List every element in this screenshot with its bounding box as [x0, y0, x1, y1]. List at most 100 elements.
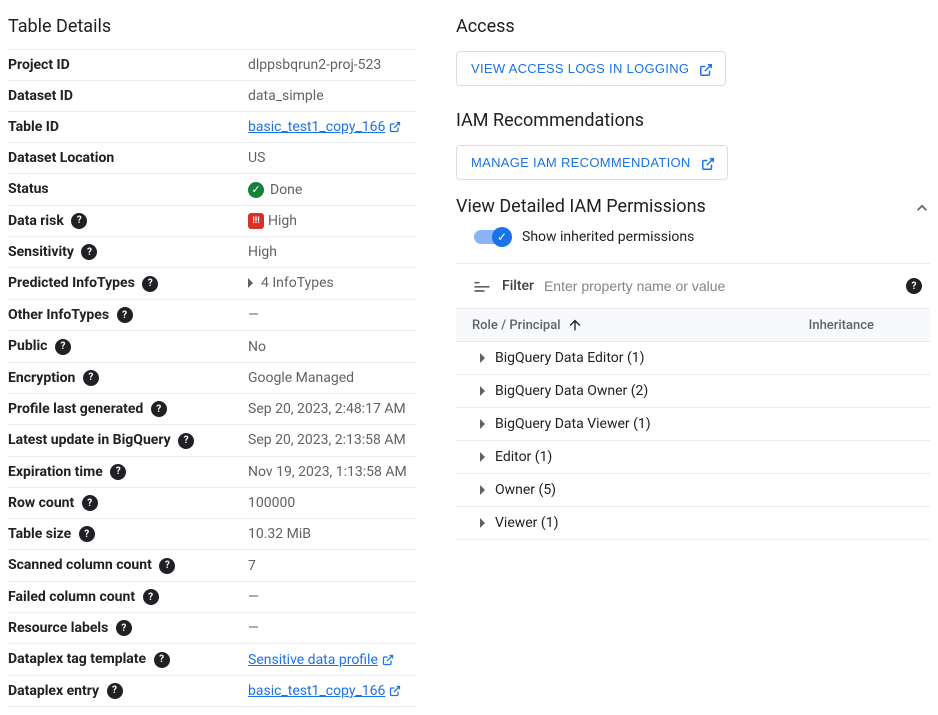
- row-value: US: [248, 143, 416, 174]
- role-name: BigQuery Data Viewer (1): [495, 416, 651, 432]
- collapse-icon[interactable]: [912, 198, 930, 216]
- view-access-logs-button[interactable]: View access logs in Logging: [456, 51, 726, 86]
- help-icon[interactable]: ?: [159, 558, 175, 574]
- row-value: No: [248, 331, 416, 362]
- row-label: Project ID: [8, 50, 248, 81]
- row-value: dlppsbqrun2-proj-523: [248, 50, 416, 81]
- dataplex-entry-link[interactable]: basic_test1_copy_166: [248, 683, 385, 699]
- iam-role-row[interactable]: Viewer (1): [456, 507, 930, 540]
- help-icon[interactable]: ?: [143, 589, 159, 605]
- expand-icon[interactable]: [248, 278, 253, 288]
- row-label: Sensitivity: [8, 244, 74, 260]
- table-id-link[interactable]: basic_test1_copy_166: [248, 119, 385, 135]
- row-label: Predicted InfoTypes: [8, 275, 135, 291]
- iam-role-row[interactable]: Owner (5): [456, 474, 930, 507]
- help-icon[interactable]: ?: [83, 370, 99, 386]
- table-details-title: Table Details: [8, 16, 416, 37]
- filter-input[interactable]: [544, 278, 892, 294]
- row-value: Sep 20, 2023, 2:13:58 AM: [248, 425, 416, 456]
- expand-icon: [480, 419, 485, 429]
- row-label: Resource labels: [8, 620, 108, 636]
- row-value: —: [248, 300, 416, 331]
- iam-role-row[interactable]: BigQuery Data Owner (2): [456, 375, 930, 408]
- help-icon[interactable]: ?: [116, 620, 132, 636]
- row-label: Dataset Location: [8, 143, 248, 174]
- expand-icon: [480, 452, 485, 462]
- help-icon[interactable]: ?: [117, 307, 133, 323]
- risk-high-icon: !!!: [248, 213, 264, 229]
- row-label: Profile last generated: [8, 401, 143, 417]
- table-details: Project ID dlppsbqrun2-proj-523 Dataset …: [8, 49, 416, 707]
- external-link-icon: [389, 685, 401, 697]
- row-value: 7: [248, 550, 416, 581]
- help-icon[interactable]: ?: [107, 683, 123, 699]
- iam-roles-list: BigQuery Data Editor (1) BigQuery Data O…: [456, 342, 930, 540]
- help-icon[interactable]: ?: [110, 464, 126, 480]
- row-label: Failed column count: [8, 589, 135, 605]
- iam-role-row[interactable]: Editor (1): [456, 441, 930, 474]
- row-value: —: [248, 581, 416, 612]
- row-value: Google Managed: [248, 362, 416, 393]
- row-label: Expiration time: [8, 464, 103, 480]
- row-value: Nov 19, 2023, 1:13:58 AM: [248, 456, 416, 487]
- row-value: —: [248, 613, 416, 644]
- help-icon[interactable]: ?: [906, 278, 922, 294]
- row-value: Sep 20, 2023, 2:48:17 AM: [248, 393, 416, 424]
- help-icon[interactable]: ?: [178, 433, 194, 449]
- row-label: Dataplex entry: [8, 683, 99, 699]
- row-value: 10.32 MiB: [248, 519, 416, 550]
- row-label: Public: [8, 338, 47, 354]
- help-icon[interactable]: ?: [151, 401, 167, 417]
- sort-role-principal[interactable]: Role / Principal: [472, 317, 583, 333]
- arrow-up-icon: [567, 317, 583, 333]
- row-value: 100000: [248, 487, 416, 518]
- role-name: BigQuery Data Editor (1): [495, 350, 645, 366]
- external-link-icon: [701, 157, 713, 169]
- role-name: Viewer (1): [495, 515, 558, 531]
- help-icon[interactable]: ?: [55, 339, 71, 355]
- status-text: Done: [270, 182, 302, 198]
- help-icon[interactable]: ?: [142, 276, 158, 292]
- help-icon[interactable]: ?: [71, 213, 87, 229]
- row-label: Dataset ID: [8, 81, 248, 112]
- filter-label: Filter: [502, 278, 534, 294]
- risk-text: High: [268, 213, 297, 229]
- row-value: High: [248, 236, 416, 267]
- row-label: Row count: [8, 495, 74, 511]
- help-icon[interactable]: ?: [79, 526, 95, 542]
- row-label: Table size: [8, 526, 71, 542]
- iam-role-row[interactable]: BigQuery Data Viewer (1): [456, 408, 930, 441]
- row-label: Table ID: [8, 112, 248, 143]
- row-label: Other InfoTypes: [8, 307, 109, 323]
- row-value: data_simple: [248, 81, 416, 112]
- expand-icon: [480, 485, 485, 495]
- iam-rec-title: IAM Recommendations: [456, 110, 930, 131]
- row-label: Status: [8, 174, 248, 206]
- external-link-icon: [699, 63, 711, 75]
- expand-icon: [480, 518, 485, 528]
- external-link-icon: [389, 121, 401, 133]
- tag-template-link[interactable]: Sensitive data profile: [248, 652, 378, 668]
- toggle-label: Show inherited permissions: [522, 229, 694, 245]
- status-done: ✓ Done: [248, 182, 302, 198]
- row-label: Scanned column count: [8, 557, 152, 573]
- row-label: Encryption: [8, 370, 75, 386]
- row-label: Latest update in BigQuery: [8, 432, 171, 448]
- role-name: BigQuery Data Owner (2): [495, 383, 648, 399]
- row-label: Dataplex tag template: [8, 651, 146, 667]
- iam-role-row[interactable]: BigQuery Data Editor (1): [456, 342, 930, 375]
- help-icon[interactable]: ?: [82, 495, 98, 511]
- help-icon[interactable]: ?: [154, 652, 170, 668]
- external-link-icon: [382, 654, 394, 666]
- expand-icon: [480, 353, 485, 363]
- filter-icon: [472, 276, 492, 296]
- inherited-permissions-toggle[interactable]: ✓: [474, 230, 510, 244]
- role-name: Owner (5): [495, 482, 556, 498]
- access-title: Access: [456, 16, 930, 37]
- check-icon: ✓: [248, 182, 264, 198]
- iam-perm-title: View Detailed IAM Permissions: [456, 196, 706, 217]
- expand-icon: [480, 386, 485, 396]
- manage-iam-rec-button[interactable]: Manage IAM Recommendation: [456, 145, 728, 180]
- row-label: Data risk: [8, 213, 64, 229]
- help-icon[interactable]: ?: [81, 244, 97, 260]
